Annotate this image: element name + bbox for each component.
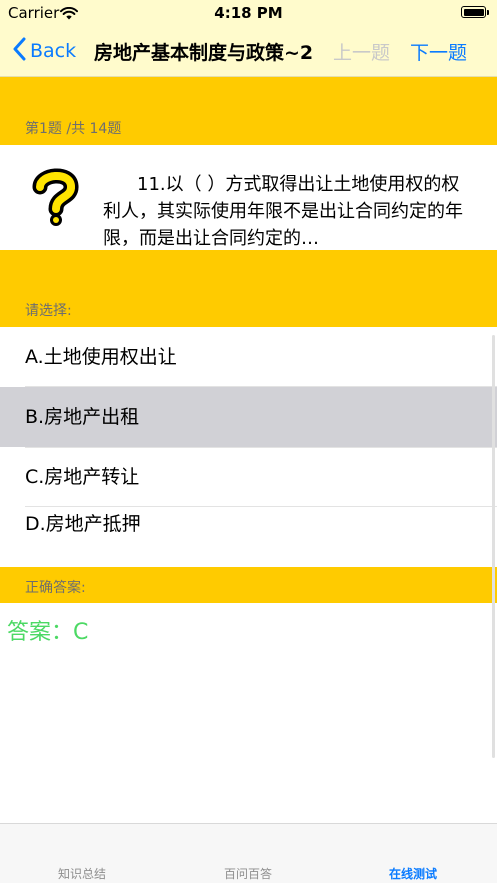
back-label: Back xyxy=(30,40,77,62)
question-mark-icon xyxy=(30,168,80,230)
question-text: 11.以（ ）方式取得出让土地使用权的权利人，其实际使用年限不是出让合同约定的年… xyxy=(103,174,463,249)
battery-icon xyxy=(461,6,486,18)
choose-band xyxy=(0,250,497,327)
option-c[interactable]: C.房地产转让 xyxy=(0,448,497,506)
option-label: D.房地产抵押 xyxy=(25,513,141,535)
correct-answer-label: 正确答案: xyxy=(25,580,86,596)
status-time: 4:18 PM xyxy=(214,4,283,22)
option-label: A.土地使用权出让 xyxy=(25,346,177,368)
page-title: 房地产基本制度与政策~2 xyxy=(94,42,314,64)
battery-cap xyxy=(487,10,489,15)
previous-question-button[interactable]: 上一题 xyxy=(333,38,390,65)
tab-questions-answers[interactable]: 百问百答 xyxy=(196,865,300,882)
option-b[interactable]: B.房地产出租 xyxy=(0,387,497,447)
tab-knowledge-summary[interactable]: 知识总结 xyxy=(30,865,134,882)
option-label: B.房地产出租 xyxy=(25,406,140,428)
option-d[interactable]: D.房地产抵押 xyxy=(0,507,497,541)
chevron-left-icon xyxy=(12,37,30,66)
scroll-indicator[interactable] xyxy=(492,335,495,758)
answer-text: 答案：C xyxy=(7,620,89,645)
progress-label: 第1题 /共 14题 xyxy=(25,121,122,137)
option-label: C.房地产转让 xyxy=(25,466,140,488)
option-a[interactable]: A.土地使用权出让 xyxy=(0,327,497,387)
choose-label: 请选择: xyxy=(25,303,72,319)
next-question-button[interactable]: 下一题 xyxy=(410,38,467,65)
tab-online-test[interactable]: 在线测试 xyxy=(361,865,465,882)
back-button[interactable]: Back xyxy=(12,36,76,66)
